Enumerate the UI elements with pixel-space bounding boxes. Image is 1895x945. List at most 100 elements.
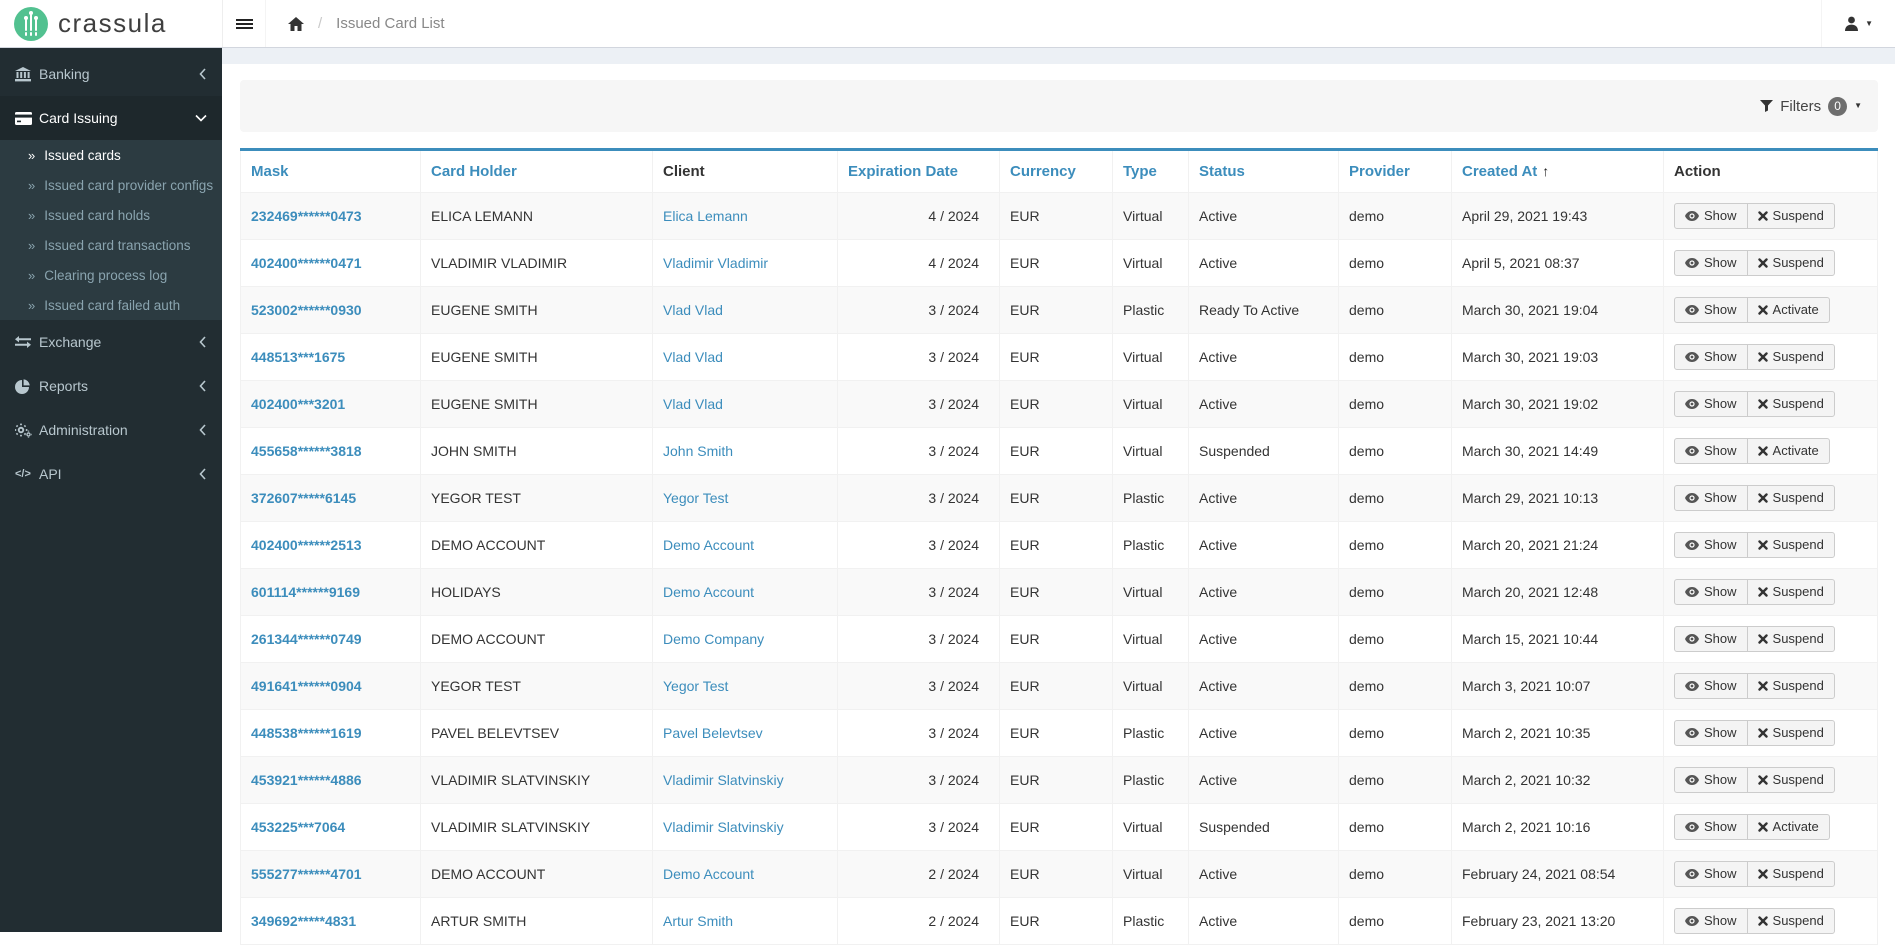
sidebar-subitem-issued-card-holds[interactable]: » Issued card holds <box>0 200 222 230</box>
column-header-provider[interactable]: Provider <box>1338 149 1452 193</box>
sidebar-toggle-button[interactable] <box>222 0 266 47</box>
sidebar-subitem-issued-card-failed-auth[interactable]: » Issued card failed auth <box>0 290 222 320</box>
toggle-status-button[interactable]: Suspend <box>1746 578 1835 606</box>
filters-dropdown-button[interactable]: Filters 0 ▼ <box>1760 96 1862 116</box>
status-cell: Active <box>1188 380 1339 428</box>
show-button[interactable]: Show <box>1674 625 1748 653</box>
show-button[interactable]: Show <box>1674 484 1748 512</box>
client-link[interactable]: John Smith <box>663 443 733 459</box>
column-header-currency[interactable]: Currency <box>999 149 1113 193</box>
toggle-status-button[interactable]: Activate <box>1746 437 1830 465</box>
column-header-mask[interactable]: Mask <box>240 149 421 193</box>
client-link[interactable]: Pavel Belevtsev <box>663 725 763 741</box>
toggle-status-button[interactable]: Suspend <box>1746 625 1835 653</box>
client-link[interactable]: Yegor Test <box>663 678 728 694</box>
show-button[interactable]: Show <box>1674 766 1748 794</box>
mask-link[interactable]: 453921******4886 <box>251 772 362 788</box>
column-header-created-at[interactable]: Created At ↑ <box>1451 149 1664 193</box>
show-button[interactable]: Show <box>1674 390 1748 418</box>
home-icon[interactable] <box>288 16 304 31</box>
column-header-type[interactable]: Type <box>1112 149 1189 193</box>
column-header-status[interactable]: Status <box>1188 149 1339 193</box>
client-link[interactable]: Demo Account <box>663 866 754 882</box>
column-header-card-holder[interactable]: Card Holder <box>420 149 653 193</box>
mask-link[interactable]: 349692*****4831 <box>251 913 356 929</box>
column-header-expiration-date[interactable]: Expiration Date <box>837 149 1000 193</box>
mask-link[interactable]: 491641******0904 <box>251 678 362 694</box>
brand-logo[interactable]: crassula <box>0 0 222 47</box>
show-button[interactable]: Show <box>1674 202 1748 230</box>
mask-link[interactable]: 555277******4701 <box>251 866 362 882</box>
client-link[interactable]: Yegor Test <box>663 490 728 506</box>
toggle-status-button[interactable]: Suspend <box>1746 672 1835 700</box>
show-button[interactable]: Show <box>1674 860 1748 888</box>
sidebar-subitem-issued-card-transactions[interactable]: » Issued card transactions <box>0 230 222 260</box>
table-row: 555277******4701 DEMO ACCOUNT Demo Accou… <box>240 850 1878 898</box>
sidebar-item-administration[interactable]: Administration <box>0 408 222 452</box>
client-link[interactable]: Vladimir Vladimir <box>663 255 768 271</box>
toggle-status-button[interactable]: Activate <box>1746 813 1830 841</box>
sidebar-item-banking[interactable]: Banking <box>0 52 222 96</box>
client-link[interactable]: Elica Lemann <box>663 208 748 224</box>
show-button[interactable]: Show <box>1674 672 1748 700</box>
show-button[interactable]: Show <box>1674 813 1748 841</box>
show-button[interactable]: Show <box>1674 907 1748 935</box>
sidebar-item-exchange[interactable]: Exchange <box>0 320 222 364</box>
mask-link[interactable]: 601114******9169 <box>251 584 360 600</box>
created-at-cell: February 23, 2021 13:20 <box>1451 897 1664 945</box>
toggle-status-button[interactable]: Suspend <box>1746 390 1835 418</box>
client-link[interactable]: Vlad Vlad <box>663 396 723 412</box>
sidebar-subitem-issued-card-provider-configs[interactable]: » Issued card provider configs <box>0 170 222 200</box>
toggle-status-button[interactable]: Suspend <box>1746 907 1835 935</box>
sidebar-item-reports[interactable]: Reports <box>0 364 222 408</box>
show-button[interactable]: Show <box>1674 249 1748 277</box>
show-button[interactable]: Show <box>1674 719 1748 747</box>
show-button[interactable]: Show <box>1674 437 1748 465</box>
client-link[interactable]: Demo Account <box>663 537 754 553</box>
sidebar-subitem-issued-cards[interactable]: » Issued cards <box>0 140 222 170</box>
mask-link[interactable]: 261344******0749 <box>251 631 362 647</box>
show-button[interactable]: Show <box>1674 578 1748 606</box>
client-link[interactable]: Demo Company <box>663 631 764 647</box>
column-header-client: Client <box>652 149 838 193</box>
card-holder-cell: JOHN SMITH <box>420 427 653 475</box>
client-link[interactable]: Vlad Vlad <box>663 302 723 318</box>
toggle-status-button[interactable]: Activate <box>1746 296 1830 324</box>
eye-icon <box>1685 586 1699 597</box>
show-button[interactable]: Show <box>1674 296 1748 324</box>
sidebar-item-api[interactable]: </> API <box>0 452 222 496</box>
mask-link[interactable]: 455658******3818 <box>251 443 362 459</box>
client-link[interactable]: Vladimir Slatvinskiy <box>663 772 784 788</box>
sidebar-item-card-issuing[interactable]: Card Issuing <box>0 96 222 140</box>
status-cell: Active <box>1188 897 1339 945</box>
mask-link[interactable]: 453225***7064 <box>251 819 345 835</box>
user-menu-button[interactable]: ▼ <box>1821 0 1895 47</box>
client-link[interactable]: Demo Account <box>663 584 754 600</box>
client-link[interactable]: Vladimir Slatvinskiy <box>663 819 784 835</box>
client-link[interactable]: Artur Smith <box>663 913 733 929</box>
mask-link[interactable]: 372607*****6145 <box>251 490 356 506</box>
status-cell: Active <box>1188 568 1339 616</box>
mask-link[interactable]: 402400***3201 <box>251 396 345 412</box>
toggle-status-button[interactable]: Suspend <box>1746 484 1835 512</box>
toggle-status-button[interactable]: Suspend <box>1746 202 1835 230</box>
toggle-status-button[interactable]: Suspend <box>1746 719 1835 747</box>
show-button[interactable]: Show <box>1674 343 1748 371</box>
toggle-status-button-label: Suspend <box>1772 912 1824 928</box>
mask-link[interactable]: 523002******0930 <box>251 302 362 318</box>
sidebar-subitem-clearing-process-log[interactable]: » Clearing process log <box>0 260 222 290</box>
mask-link[interactable]: 402400******0471 <box>251 255 362 271</box>
mask-link[interactable]: 448513***1675 <box>251 349 345 365</box>
mask-link[interactable]: 232469******0473 <box>251 208 362 224</box>
toggle-status-button[interactable]: Suspend <box>1746 860 1835 888</box>
mask-link[interactable]: 448538******1619 <box>251 725 362 741</box>
provider-cell: demo <box>1338 568 1452 616</box>
client-link[interactable]: Vlad Vlad <box>663 349 723 365</box>
status-cell: Active <box>1188 239 1339 287</box>
show-button[interactable]: Show <box>1674 531 1748 559</box>
toggle-status-button[interactable]: Suspend <box>1746 766 1835 794</box>
toggle-status-button[interactable]: Suspend <box>1746 531 1835 559</box>
toggle-status-button[interactable]: Suspend <box>1746 249 1835 277</box>
mask-link[interactable]: 402400******2513 <box>251 537 362 553</box>
toggle-status-button[interactable]: Suspend <box>1746 343 1835 371</box>
